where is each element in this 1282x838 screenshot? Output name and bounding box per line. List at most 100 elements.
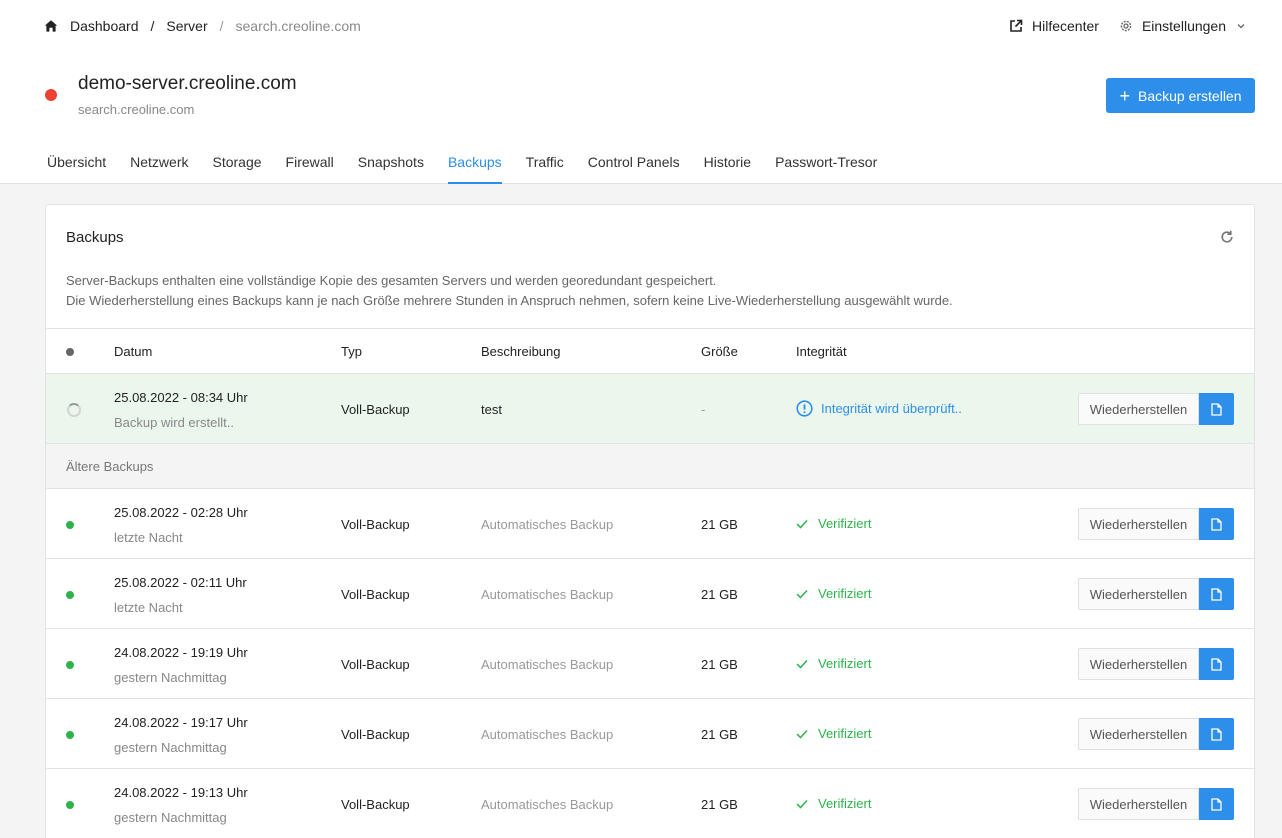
- integrity-status: Verifiziert: [796, 656, 871, 671]
- loading-spinner-icon: [67, 403, 81, 417]
- breadcrumb-dashboard[interactable]: Dashboard: [70, 18, 139, 34]
- backup-relative-time: letzte Nacht: [114, 600, 183, 615]
- server-name: demo-server.creoline.com: [78, 73, 297, 94]
- backup-type: Voll-Backup: [341, 402, 410, 417]
- tab-overview[interactable]: Übersicht: [47, 150, 106, 184]
- check-icon: [796, 729, 808, 739]
- card-description: Server-Backups enthalten eine vollständi…: [66, 271, 953, 311]
- backup-description: Automatisches Backup: [481, 587, 614, 602]
- create-backup-button[interactable]: + Backup erstellen: [1106, 78, 1255, 113]
- header-integrity[interactable]: Integrität: [796, 344, 847, 359]
- backup-type: Voll-Backup: [341, 797, 410, 812]
- home-icon[interactable]: [44, 19, 58, 33]
- row-actions: Wiederherstellen: [1078, 578, 1234, 610]
- gear-icon: [1120, 20, 1132, 32]
- restore-button[interactable]: Wiederherstellen: [1078, 578, 1199, 610]
- integrity-label: Verifiziert: [818, 726, 872, 741]
- refresh-icon[interactable]: [1220, 230, 1234, 249]
- create-backup-label: Backup erstellen: [1138, 87, 1242, 104]
- backup-relative-time: Backup wird erstellt..: [114, 415, 234, 430]
- tab-control-panels[interactable]: Control Panels: [588, 150, 680, 184]
- header-description[interactable]: Beschreibung: [481, 344, 561, 359]
- document-button[interactable]: [1199, 788, 1234, 820]
- restore-button[interactable]: Wiederherstellen: [1078, 393, 1199, 425]
- document-button[interactable]: [1199, 718, 1234, 750]
- integrity-status: Verifiziert: [796, 586, 871, 601]
- restore-button[interactable]: Wiederherstellen: [1078, 788, 1199, 820]
- tab-snapshots[interactable]: Snapshots: [358, 150, 424, 184]
- breadcrumb-server[interactable]: Server: [166, 18, 207, 34]
- tab-firewall[interactable]: Firewall: [286, 150, 334, 184]
- backup-description: Automatisches Backup: [481, 517, 614, 532]
- document-icon: [1211, 587, 1222, 601]
- restore-button[interactable]: Wiederherstellen: [1078, 508, 1199, 540]
- backup-type: Voll-Backup: [341, 587, 410, 602]
- document-button[interactable]: [1199, 508, 1234, 540]
- status-column-icon: [66, 348, 74, 356]
- section-label: Ältere Backups: [66, 459, 154, 474]
- backup-date: 25.08.2022 - 02:28 Uhr: [114, 505, 248, 520]
- description-line: Die Wiederherstellung eines Backups kann…: [66, 293, 953, 308]
- backup-date: 25.08.2022 - 08:34 Uhr: [114, 390, 248, 405]
- header-date[interactable]: Datum: [114, 344, 152, 359]
- backup-relative-time: gestern Nachmittag: [114, 810, 227, 825]
- integrity-label: Integrität wird überprüft..: [821, 401, 962, 416]
- backup-relative-time: letzte Nacht: [114, 530, 183, 545]
- help-center-link[interactable]: Hilfecenter: [1009, 18, 1099, 34]
- document-icon: [1211, 797, 1222, 811]
- breadcrumb-current: search.creoline.com: [235, 18, 361, 34]
- restore-button[interactable]: Wiederherstellen: [1078, 648, 1199, 680]
- check-icon: [796, 519, 808, 529]
- check-icon: [796, 799, 808, 809]
- settings-menu[interactable]: Einstellungen: [1119, 18, 1255, 34]
- backups-card: Backups Server-Backups enthalten eine vo…: [45, 204, 1255, 838]
- backup-size: 21 GB: [701, 517, 738, 532]
- row-actions: Wiederherstellen: [1078, 718, 1234, 750]
- document-icon: [1211, 657, 1222, 671]
- backup-description: Automatisches Backup: [481, 797, 614, 812]
- tab-bar: Übersicht Netzwerk Storage Firewall Snap…: [47, 150, 901, 184]
- tab-storage[interactable]: Storage: [213, 150, 262, 184]
- older-backups-section: Ältere Backups: [46, 444, 1254, 489]
- server-host: search.creoline.com: [78, 102, 195, 117]
- row-actions: Wiederherstellen: [1078, 508, 1234, 540]
- tab-backups[interactable]: Backups: [447, 150, 502, 184]
- card-title: Backups: [66, 229, 124, 246]
- backup-type: Voll-Backup: [341, 727, 410, 742]
- plus-icon: +: [1119, 85, 1130, 106]
- check-icon: [796, 659, 808, 669]
- info-icon: [796, 400, 813, 417]
- tab-network[interactable]: Netzwerk: [130, 150, 188, 184]
- backup-relative-time: gestern Nachmittag: [114, 740, 227, 755]
- help-center-label: Hilfecenter: [1032, 18, 1099, 34]
- header-type[interactable]: Typ: [341, 344, 362, 359]
- settings-label: Einstellungen: [1141, 18, 1226, 34]
- integrity-status: Integrität wird überprüft..: [796, 400, 962, 417]
- breadcrumb-separator: /: [219, 18, 224, 34]
- integrity-status: Verifiziert: [796, 726, 871, 741]
- document-button[interactable]: [1199, 648, 1234, 680]
- document-button[interactable]: [1199, 578, 1234, 610]
- table-row: 24.08.2022 - 19:19 Uhr gestern Nachmitta…: [46, 629, 1254, 699]
- check-icon: [796, 589, 808, 599]
- row-actions: Wiederherstellen: [1078, 393, 1234, 425]
- integrity-status: Verifiziert: [796, 516, 871, 531]
- table-row: 25.08.2022 - 02:11 Uhr letzte Nacht Voll…: [46, 559, 1254, 629]
- integrity-label: Verifiziert: [818, 656, 872, 671]
- tab-traffic[interactable]: Traffic: [526, 150, 564, 184]
- backup-relative-time: gestern Nachmittag: [114, 670, 227, 685]
- restore-button[interactable]: Wiederherstellen: [1078, 718, 1199, 750]
- backup-description: Automatisches Backup: [481, 727, 614, 742]
- chevron-down-icon: [1237, 24, 1245, 29]
- backup-size: 21 GB: [701, 587, 738, 602]
- header-links: Hilfecenter Einstellungen: [1009, 17, 1255, 35]
- document-button[interactable]: [1199, 393, 1234, 425]
- table-row: 24.08.2022 - 19:17 Uhr gestern Nachmitta…: [46, 699, 1254, 769]
- status-dot: [66, 521, 74, 529]
- integrity-label: Verifiziert: [818, 586, 872, 601]
- tab-history[interactable]: Historie: [704, 150, 751, 184]
- backup-size: 21 GB: [701, 727, 738, 742]
- header-size[interactable]: Größe: [701, 344, 738, 359]
- tab-password-vault[interactable]: Passwort-Tresor: [775, 150, 877, 184]
- breadcrumb-separator: /: [150, 18, 155, 34]
